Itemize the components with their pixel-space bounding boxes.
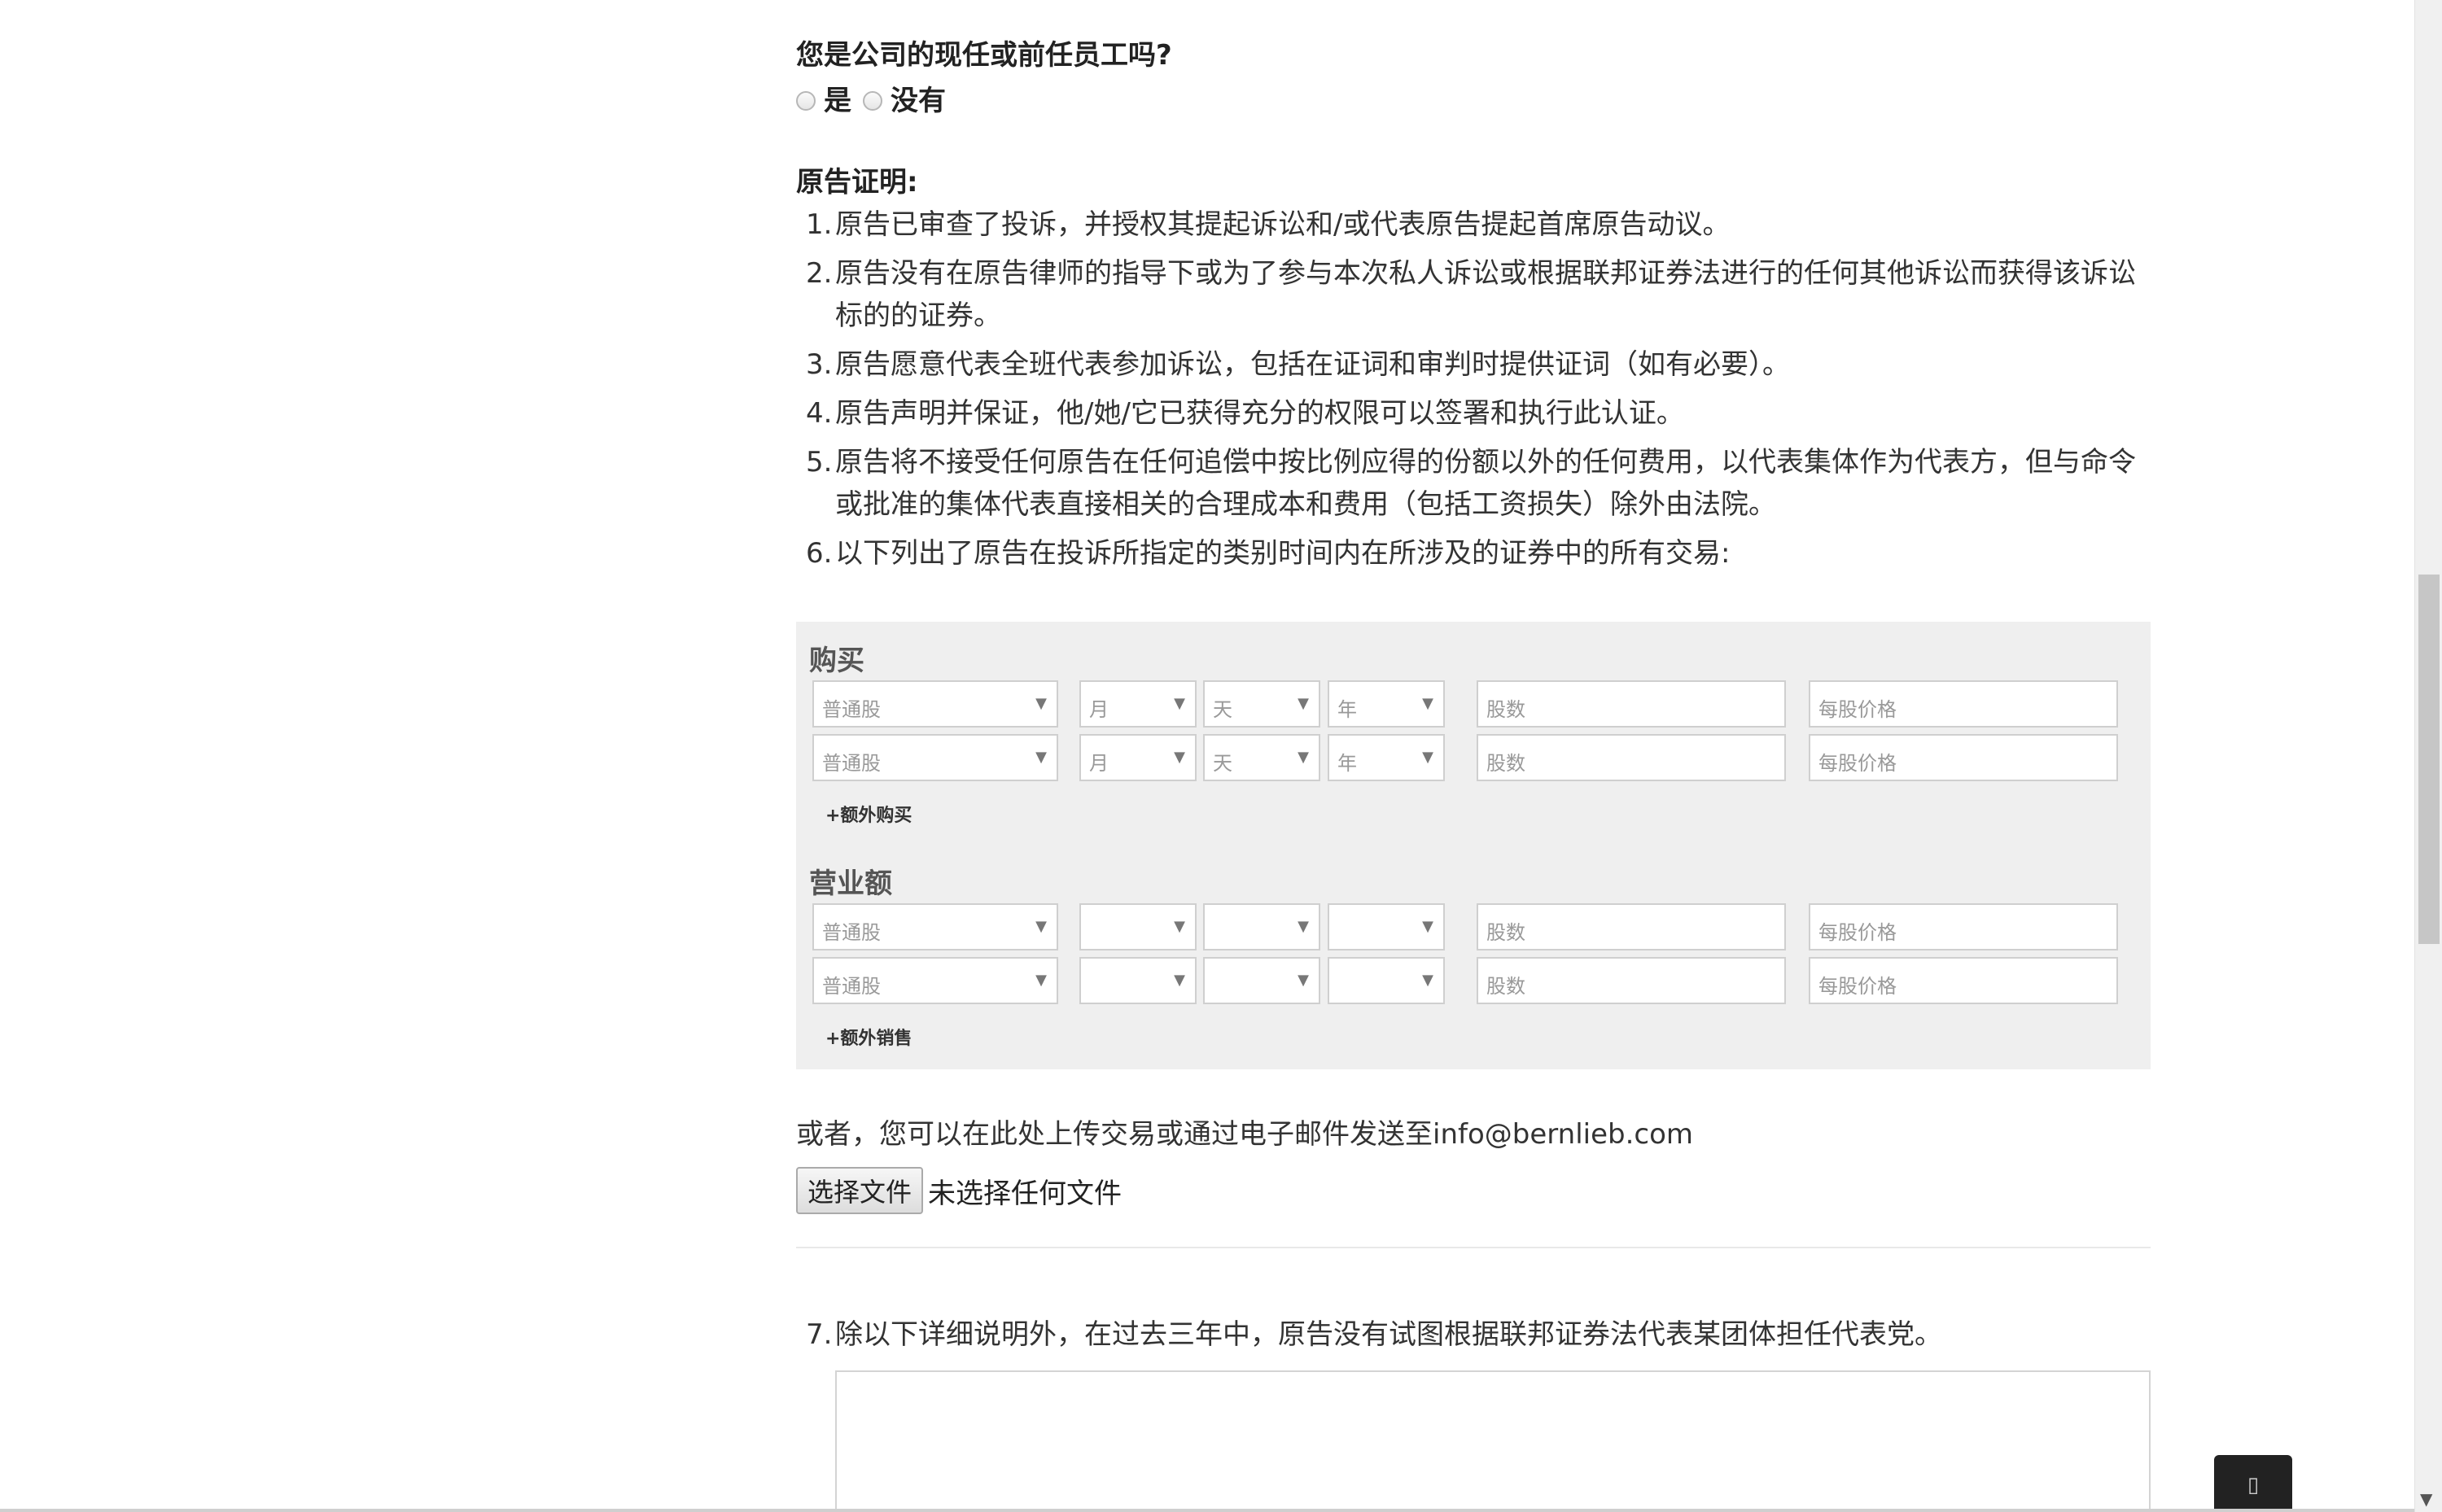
year-select[interactable]: ▼ xyxy=(1328,903,1445,950)
cert-item: 6. 以下列出了原告在投诉所指定的类别时间内在所涉及的证券中的所有交易: xyxy=(806,537,1731,570)
choose-file-button[interactable]: 选择文件 xyxy=(796,1167,924,1214)
month-select[interactable]: 月 ▼ xyxy=(1079,734,1197,781)
scroll-down-arrow-icon[interactable]: ▼ xyxy=(2420,1489,2432,1509)
scrollbar-thumb[interactable] xyxy=(2418,575,2440,944)
purchases-title: 购买 xyxy=(809,645,864,677)
divider xyxy=(796,1247,2151,1248)
dropdown-arrow-icon: ▼ xyxy=(1174,695,1185,712)
dropdown-arrow-icon: ▼ xyxy=(1298,918,1309,935)
cert-item: 5. 原告将不接受任何原告在任何追偿中按比例应得的份额以外的任何费用，以代表集体作… xyxy=(806,446,2136,521)
employee-radio-group: 是 没有 xyxy=(796,78,957,118)
chat-icon: ▯ xyxy=(2247,1473,2260,1497)
dropdown-arrow-icon: ▼ xyxy=(1422,972,1433,989)
dropdown-arrow-icon: ▼ xyxy=(1298,749,1309,766)
day-select[interactable]: 天 ▼ xyxy=(1203,680,1320,728)
form-page: 您是公司的现任或前任员工吗? 是 没有 原告证明: 1. 原告已审查了投诉，并授权… xyxy=(0,0,2414,1512)
cert-item: 2. 原告没有在原告律师的指导下或为了参与本次私人诉讼或根据联邦证券法进行的任何其… xyxy=(806,257,2136,332)
dropdown-arrow-icon: ▼ xyxy=(1174,918,1185,935)
month-select[interactable]: 月 ▼ xyxy=(1079,680,1197,728)
certification-title: 原告证明: xyxy=(796,166,918,199)
cert-item: 1. 原告已审查了投诉，并授权其提起诉讼和/或代表原告提起首席原告动议。 xyxy=(806,208,1731,241)
security-type-select[interactable]: 普通股 ▼ xyxy=(812,957,1058,1004)
add-purchase-link[interactable]: +额外购买 xyxy=(825,801,912,827)
dropdown-arrow-icon: ▼ xyxy=(1422,695,1433,712)
security-type-select[interactable]: 普通股 ▼ xyxy=(812,903,1058,950)
price-per-share-input[interactable]: 每股价格 xyxy=(1809,957,2118,1004)
radio-yes-label: 是 xyxy=(824,85,851,117)
dropdown-arrow-icon: ▼ xyxy=(1035,918,1047,935)
day-select[interactable]: ▼ xyxy=(1203,903,1320,950)
cert-item: 4. 原告声明并保证，他/她/它已获得充分的权限可以签署和执行此认证。 xyxy=(806,397,1684,430)
item7-text: 除以下详细说明外，在过去三年中，原告没有试图根据联邦证券法代表某团体担任代表党。 xyxy=(835,1318,1942,1351)
price-per-share-input[interactable]: 每股价格 xyxy=(1809,903,2118,950)
dropdown-arrow-icon: ▼ xyxy=(1174,972,1185,989)
file-upload: 选择文件 未选择任何文件 xyxy=(796,1167,1122,1214)
item7-number: 7. xyxy=(806,1318,833,1351)
item7: 7. 除以下详细说明外，在过去三年中，原告没有试图根据联邦证券法代表某团体担任代表… xyxy=(796,1312,1942,1352)
dropdown-arrow-icon: ▼ xyxy=(1422,749,1433,766)
radio-no[interactable] xyxy=(863,90,882,111)
year-select[interactable]: ▼ xyxy=(1328,957,1445,1004)
shares-input[interactable]: 股数 xyxy=(1477,680,1786,728)
radio-no-label: 没有 xyxy=(891,85,946,117)
shares-input[interactable]: 股数 xyxy=(1477,734,1786,781)
dropdown-arrow-icon: ▼ xyxy=(1174,749,1185,766)
month-select[interactable]: ▼ xyxy=(1079,957,1197,1004)
upload-instructions: 或者，您可以在此处上传交易或通过电子邮件发送至info@bernlieb.com xyxy=(796,1118,1694,1151)
price-per-share-input[interactable]: 每股价格 xyxy=(1809,734,2118,781)
shares-input[interactable]: 股数 xyxy=(1477,957,1786,1004)
add-sale-link[interactable]: +额外销售 xyxy=(825,1024,912,1050)
cert-item: 3. 原告愿意代表全班代表参加诉讼，包括在证词和审判时提供证词（如有必要）。 xyxy=(806,348,1790,381)
security-type-select[interactable]: 普通股 ▼ xyxy=(812,734,1058,781)
dropdown-arrow-icon: ▼ xyxy=(1035,972,1047,989)
dropdown-arrow-icon: ▼ xyxy=(1035,695,1047,712)
price-per-share-input[interactable]: 每股价格 xyxy=(1809,680,2118,728)
year-select[interactable]: 年 ▼ xyxy=(1328,680,1445,728)
certification-list: 1. 原告已审查了投诉，并授权其提起诉讼和/或代表原告提起首席原告动议。 2. 原告… xyxy=(796,203,2147,581)
dropdown-arrow-icon: ▼ xyxy=(1298,695,1309,712)
employee-question: 您是公司的现任或前任员工吗? xyxy=(796,39,1172,72)
shares-input[interactable]: 股数 xyxy=(1477,903,1786,950)
month-select[interactable]: ▼ xyxy=(1079,903,1197,950)
year-select[interactable]: 年 ▼ xyxy=(1328,734,1445,781)
day-select[interactable]: 天 ▼ xyxy=(1203,734,1320,781)
chat-button[interactable]: ▯ xyxy=(2214,1455,2292,1512)
dropdown-arrow-icon: ▼ xyxy=(1298,972,1309,989)
day-select[interactable]: ▼ xyxy=(1203,957,1320,1004)
transactions-panel: 购买 普通股 ▼ 月 ▼ 天 ▼ 年 ▼ 股数 每股价格 普通股 ▼ 月 ▼ 天 ▼ 年 ▼ 股… xyxy=(796,622,2151,1069)
file-status: 未选择任何文件 xyxy=(928,1177,1123,1210)
security-type-select[interactable]: 普通股 ▼ xyxy=(812,680,1058,728)
sales-title: 营业额 xyxy=(809,867,892,900)
prior-representation-textarea[interactable] xyxy=(835,1370,2151,1512)
dropdown-arrow-icon: ▼ xyxy=(1035,749,1047,766)
dropdown-arrow-icon: ▼ xyxy=(1422,918,1433,935)
radio-yes[interactable] xyxy=(796,90,816,111)
bottom-border xyxy=(0,1509,2414,1512)
vertical-scrollbar[interactable]: ▼ xyxy=(2414,0,2442,1512)
